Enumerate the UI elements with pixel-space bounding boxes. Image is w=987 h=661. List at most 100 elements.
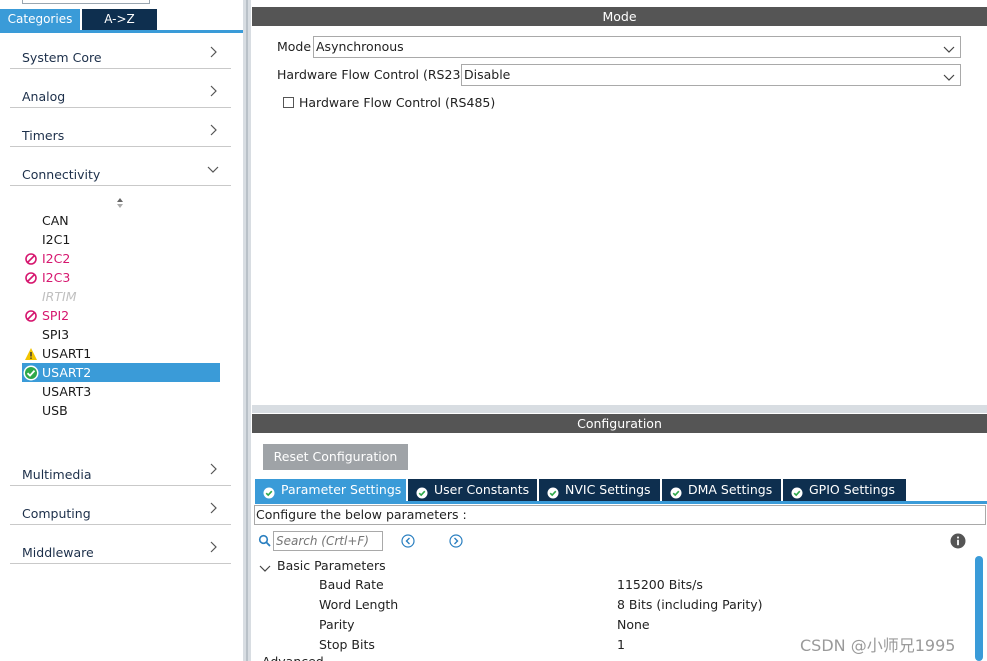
- warning-icon: [24, 347, 38, 361]
- vertical-scrollbar[interactable]: [975, 556, 983, 661]
- peripheral-name: IRTIM: [42, 289, 77, 304]
- peripheral-name: USART1: [42, 346, 92, 361]
- peripheral-i2c2[interactable]: I2C2: [22, 249, 220, 268]
- group-advanced-parameters[interactable]: Advanced Parameters: [262, 654, 382, 661]
- mode-select-value: Asynchronous: [316, 39, 404, 54]
- peripheral-irtim[interactable]: IRTIM: [22, 287, 220, 306]
- mode-header: Mode: [252, 7, 987, 26]
- peripheral-name: I2C1: [42, 232, 71, 247]
- peripheral-name: I2C3: [42, 270, 71, 285]
- param-key: Word Length: [319, 597, 399, 612]
- peripheral-i2c1[interactable]: I2C1: [22, 230, 220, 249]
- tab-dma-settings[interactable]: DMA Settings: [662, 479, 781, 501]
- check-circle-icon: [416, 484, 428, 499]
- info-icon[interactable]: [950, 533, 966, 549]
- search-box-remnant[interactable]: [22, 0, 150, 4]
- search-input[interactable]: [273, 531, 383, 551]
- param-value[interactable]: 8 Bits (including Parity): [617, 595, 763, 615]
- reset-configuration-button[interactable]: Reset Configuration: [263, 444, 408, 470]
- peripheral-name: CAN: [42, 213, 69, 228]
- tab-label: Parameter Settings: [281, 482, 402, 497]
- category-multimedia[interactable]: Multimedia: [10, 456, 231, 486]
- chevron-down-icon: [943, 69, 955, 81]
- chevron-right-icon: [207, 541, 219, 553]
- tab-parameter-settings[interactable]: Parameter Settings: [255, 479, 406, 501]
- chevron-down-icon[interactable]: [259, 561, 271, 572]
- param-value[interactable]: 1: [617, 635, 625, 655]
- tab-underline: [0, 30, 243, 33]
- param-row-baud-rate[interactable]: Baud Rate 115200 Bits/s: [255, 575, 975, 595]
- param-row-word-length[interactable]: Word Length 8 Bits (including Parity): [255, 595, 975, 615]
- peripheral-i2c3[interactable]: I2C3: [22, 268, 220, 287]
- category-label: Middleware: [22, 545, 94, 560]
- category-label: Connectivity: [22, 167, 101, 182]
- tab-label: GPIO Settings: [809, 482, 895, 497]
- chevron-down-icon: [207, 163, 219, 175]
- peripheral-usb[interactable]: USB: [22, 401, 220, 420]
- peripheral-name: USB: [42, 403, 68, 418]
- search-icon[interactable]: [258, 534, 272, 548]
- peripheral-usart2[interactable]: USART2: [22, 363, 220, 382]
- chevron-right-icon: [207, 85, 219, 97]
- configuration-header: Configuration: [252, 414, 987, 433]
- flow-control-rs232-label: Hardware Flow Control (RS232): [277, 67, 474, 82]
- previous-match-icon[interactable]: [401, 534, 415, 548]
- tab-label: NVIC Settings: [565, 482, 651, 497]
- tab-a-z[interactable]: A->Z: [82, 9, 157, 30]
- category-middleware[interactable]: Middleware: [10, 534, 231, 564]
- category-connectivity[interactable]: Connectivity: [10, 156, 231, 186]
- panel-splitter[interactable]: [243, 0, 251, 661]
- mode-label: Mode: [277, 39, 312, 54]
- check-circle-icon: [23, 365, 39, 381]
- tab-label: DMA Settings: [688, 482, 773, 497]
- category-label: Computing: [22, 506, 91, 521]
- chevron-right-icon: [207, 124, 219, 136]
- tab-nvic-settings[interactable]: NVIC Settings: [539, 479, 660, 501]
- tab-label: User Constants: [434, 482, 530, 497]
- peripheral-usart3[interactable]: USART3: [22, 382, 220, 401]
- forbidden-icon: [24, 309, 38, 323]
- flow-control-rs232-select[interactable]: Disable: [461, 64, 961, 86]
- watermark: CSDN @小师兄1995: [800, 636, 956, 655]
- next-match-icon[interactable]: [449, 534, 463, 548]
- category-label: Analog: [22, 89, 66, 104]
- tab-underline: [255, 501, 987, 504]
- category-system-core[interactable]: System Core: [10, 39, 231, 69]
- chevron-down-icon: [943, 41, 955, 53]
- peripheral-name: USART2: [42, 365, 92, 380]
- forbidden-icon: [24, 252, 38, 266]
- check-circle-icon: [791, 484, 803, 499]
- flow-control-rs232-value: Disable: [464, 67, 511, 82]
- left-panel: Categories A->Z System Core Analog Timer…: [0, 0, 243, 661]
- param-key: Parity: [319, 617, 355, 632]
- checkbox-label: Hardware Flow Control (RS485): [299, 95, 496, 110]
- category-label: Timers: [22, 128, 65, 143]
- configuration-tabs: Parameter Settings User Constants NVIC S…: [255, 479, 908, 501]
- peripheral-name: USART3: [42, 384, 92, 399]
- chevron-right-icon: [207, 463, 219, 475]
- category-timers[interactable]: Timers: [10, 117, 231, 147]
- forbidden-icon: [24, 271, 38, 285]
- category-computing[interactable]: Computing: [10, 495, 231, 525]
- peripheral-name: I2C2: [42, 251, 71, 266]
- peripheral-spi2[interactable]: SPI2: [22, 306, 220, 325]
- tab-gpio-settings[interactable]: GPIO Settings: [783, 479, 906, 501]
- sort-icon[interactable]: [114, 196, 126, 210]
- peripheral-spi3[interactable]: SPI3: [22, 325, 220, 344]
- mode-select[interactable]: Asynchronous: [313, 36, 961, 58]
- chevron-right-icon: [207, 46, 219, 58]
- chevron-right-icon: [207, 502, 219, 514]
- tab-user-constants[interactable]: User Constants: [408, 479, 537, 501]
- param-value[interactable]: 115200 Bits/s: [617, 575, 703, 595]
- check-circle-icon: [670, 484, 682, 499]
- checkbox-box[interactable]: [283, 97, 294, 108]
- param-value[interactable]: None: [617, 615, 650, 635]
- category-analog[interactable]: Analog: [10, 78, 231, 108]
- check-circle-icon: [263, 484, 275, 499]
- peripheral-can[interactable]: CAN: [22, 211, 220, 230]
- peripheral-usart1[interactable]: USART1: [22, 344, 220, 363]
- tab-categories[interactable]: Categories: [0, 9, 80, 30]
- horizontal-splitter[interactable]: [252, 405, 987, 413]
- peripheral-name: SPI3: [42, 327, 70, 342]
- param-key: Baud Rate: [319, 577, 384, 592]
